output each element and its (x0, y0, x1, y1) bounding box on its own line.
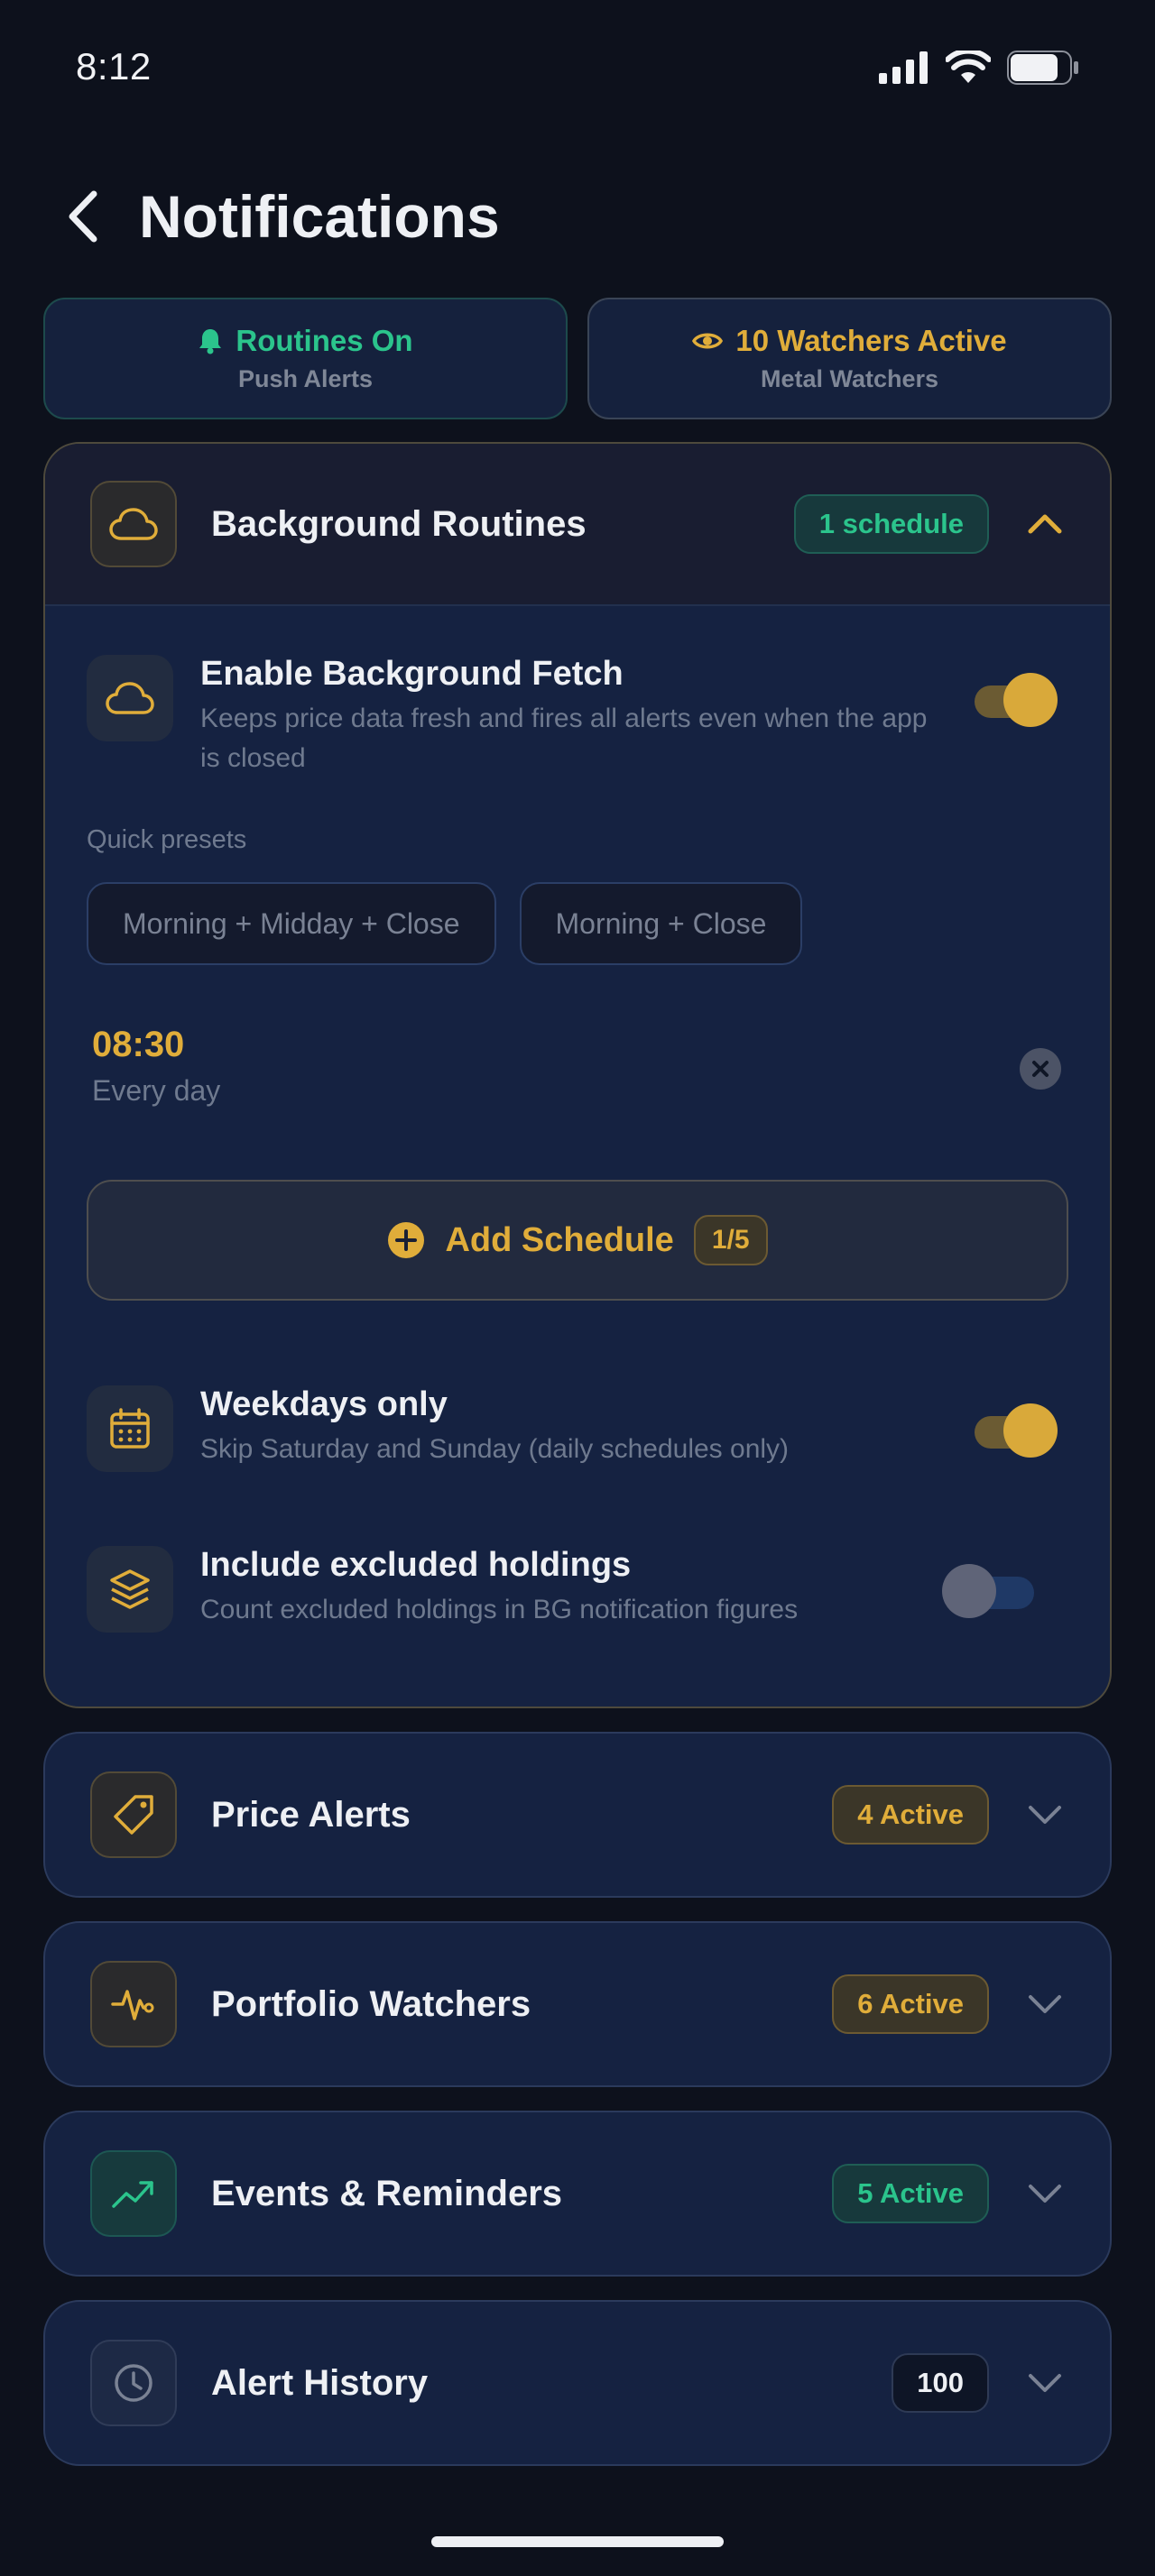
home-indicator[interactable] (431, 2536, 724, 2547)
schedule-limit-chip: 1/5 (693, 1215, 768, 1265)
chevron-down-icon[interactable] (1025, 1795, 1065, 1835)
portfolio-watchers-badge: 6 Active (832, 1974, 989, 2034)
background-routines-card: Background Routines 1 schedule Enable Ba… (43, 442, 1112, 1708)
include-excluded-row: Include excluded holdings Count excluded… (87, 1546, 1068, 1633)
pulse-icon (90, 1961, 177, 2047)
portfolio-watchers-header[interactable]: Portfolio Watchers 6 Active (45, 1923, 1110, 2085)
chevron-down-icon[interactable] (1025, 1984, 1065, 2024)
status-bar: 8:12 (0, 0, 1155, 135)
chevron-down-icon[interactable] (1025, 2363, 1065, 2403)
eye-icon (692, 333, 724, 349)
routines-status-label: Routines On (236, 324, 413, 357)
background-fetch-row: Enable Background Fetch Keeps price data… (87, 655, 1068, 778)
alert-history-badge: 100 (892, 2353, 989, 2413)
include-excluded-title: Include excluded holdings (200, 1546, 632, 1584)
signal-icon (879, 51, 928, 84)
bell-icon (199, 329, 222, 354)
schedule-count-badge: 1 schedule (793, 494, 989, 554)
background-routines-title: Background Routines (211, 503, 587, 544)
routines-status-pill[interactable]: Routines On Push Alerts (43, 298, 568, 419)
events-reminders-card: Events & Reminders 5 Active (43, 2111, 1112, 2277)
weekdays-only-title: Weekdays only (200, 1385, 448, 1423)
cloud-icon (90, 481, 177, 567)
price-alerts-header[interactable]: Price Alerts 4 Active (45, 1734, 1110, 1896)
chevron-down-icon[interactable] (1025, 2174, 1065, 2213)
schedule-item[interactable]: 08:30 Every day (87, 1025, 1068, 1108)
portfolio-watchers-title: Portfolio Watchers (211, 1983, 531, 2024)
chevron-up-icon[interactable] (1025, 504, 1065, 544)
background-routines-header[interactable]: Background Routines 1 schedule (45, 444, 1110, 606)
close-icon (1032, 1061, 1049, 1077)
watchers-status-pill[interactable]: 10 Watchers Active Metal Watchers (587, 298, 1112, 419)
events-reminders-badge: 5 Active (832, 2164, 989, 2223)
price-alerts-title: Price Alerts (211, 1794, 411, 1835)
alert-history-card: Alert History 100 (43, 2300, 1112, 2466)
events-reminders-title: Events & Reminders (211, 2173, 563, 2213)
clock-icon (90, 2340, 177, 2426)
preset-morning-close[interactable]: Morning + Close (519, 882, 803, 965)
header: Notifications (63, 171, 500, 262)
wifi-icon (946, 51, 991, 83)
weekdays-only-row: Weekdays only Skip Saturday and Sunday (… (87, 1385, 1068, 1472)
preset-morning-midday-close[interactable]: Morning + Midday + Close (87, 882, 496, 965)
status-time: 8:12 (76, 45, 152, 87)
price-alerts-card: Price Alerts 4 Active (43, 1732, 1112, 1898)
weekdays-only-desc: Skip Saturday and Sunday (daily schedule… (200, 1434, 790, 1464)
price-alerts-badge: 4 Active (832, 1785, 989, 1845)
add-schedule-button[interactable]: Add Schedule 1/5 (87, 1180, 1068, 1301)
alert-history-header[interactable]: Alert History 100 (45, 2302, 1110, 2464)
background-fetch-title: Enable Background Fetch (200, 655, 624, 693)
page-title: Notifications (139, 183, 500, 250)
background-fetch-toggle[interactable] (971, 671, 1061, 727)
add-schedule-label: Add Schedule (445, 1220, 674, 1259)
cloud-icon (87, 655, 173, 741)
events-reminders-header[interactable]: Events & Reminders 5 Active (45, 2112, 1110, 2275)
watchers-status-sub: Metal Watchers (760, 365, 939, 392)
quick-presets: Morning + Midday + Close Morning + Close (87, 882, 1068, 965)
watchers-status-label: 10 Watchers Active (735, 324, 1007, 357)
calendar-icon (87, 1385, 173, 1472)
quick-presets-label: Quick presets (87, 825, 247, 854)
include-excluded-desc: Count excluded holdings in BG notificati… (200, 1595, 799, 1624)
routines-status-sub: Push Alerts (237, 365, 374, 392)
background-routines-body: Enable Background Fetch Keeps price data… (45, 655, 1110, 1633)
layers-icon (87, 1546, 173, 1633)
remove-schedule-button[interactable] (1020, 1048, 1061, 1090)
schedule-frequency: Every day (92, 1074, 221, 1107)
alert-history-title: Alert History (211, 2362, 429, 2403)
plus-circle-icon (388, 1222, 425, 1258)
status-icons (879, 51, 1079, 85)
summary-pills: Routines On Push Alerts 10 Watchers Acti… (43, 298, 1112, 419)
trending-up-icon (90, 2150, 177, 2237)
tag-icon (90, 1771, 177, 1858)
battery-icon (1007, 51, 1078, 85)
back-chevron-icon[interactable] (63, 189, 103, 244)
schedule-time: 08:30 (92, 1025, 185, 1064)
weekdays-only-toggle[interactable] (971, 1402, 1061, 1458)
background-fetch-desc: Keeps price data fresh and fires all ale… (200, 704, 928, 773)
portfolio-watchers-card: Portfolio Watchers 6 Active (43, 1921, 1112, 2087)
include-excluded-toggle[interactable] (942, 1562, 1041, 1618)
